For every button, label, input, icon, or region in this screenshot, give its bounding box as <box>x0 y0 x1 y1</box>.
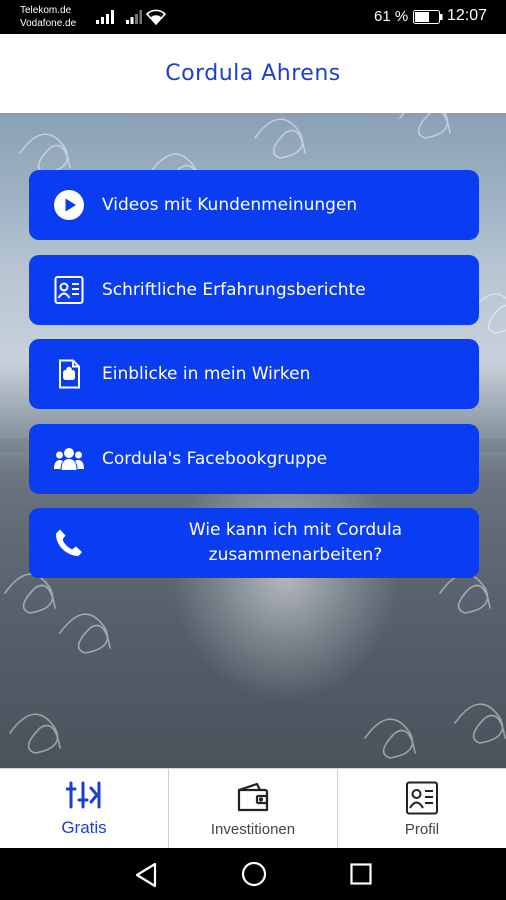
menu-item-label: Einblicke in mein Wirken <box>102 364 311 384</box>
profile-card-icon <box>402 781 442 815</box>
menu-item-videos[interactable]: Videos mit Kundenmeinungen <box>29 170 479 240</box>
back-icon[interactable] <box>134 862 158 888</box>
tab-label: Investitionen <box>210 821 296 838</box>
menu-item-label: Videos mit Kundenmeinungen <box>102 195 358 215</box>
signal-icon <box>126 10 142 24</box>
menu-item-label: Wie kann ich mit Cordula zusammenarbeite… <box>188 520 403 565</box>
recents-icon[interactable] <box>350 863 372 885</box>
carrier-2-label: Vodafone.de <box>20 18 77 29</box>
wifi-icon <box>146 9 166 25</box>
users-icon <box>53 443 85 475</box>
menu-item-facebook-group[interactable]: Cordula's Facebookgruppe <box>29 424 479 494</box>
battery-icon <box>413 10 443 24</box>
tab-label: Gratis <box>61 818 107 837</box>
menu-item-insights[interactable]: Einblicke in mein Wirken <box>29 339 479 409</box>
tab-gratis[interactable]: Gratis <box>0 769 168 848</box>
tab-profil[interactable]: Profil <box>337 769 506 848</box>
sliders-icon <box>64 778 104 812</box>
menu-item-label: Cordula's Facebookgruppe <box>102 449 328 469</box>
carrier-info: Telekom.de Vodafone.de <box>20 4 76 30</box>
page-title: Cordula Ahrens <box>165 61 341 86</box>
phone-icon <box>53 527 85 559</box>
id-card-icon <box>53 274 85 306</box>
tab-label: Profil <box>404 821 440 838</box>
menu-item-collaboration[interactable]: Wie kann ich mit Cordula zusammenarbeite… <box>29 508 479 578</box>
bottom-tab-bar: Gratis Investitionen Profil <box>0 768 506 848</box>
app-header: Cordula Ahrens <box>0 34 506 113</box>
signal-icon <box>96 10 114 24</box>
home-icon[interactable] <box>241 861 267 887</box>
tab-investitionen[interactable]: Investitionen <box>168 769 337 848</box>
wallet-icon <box>233 781 273 815</box>
system-nav-bar <box>0 848 506 900</box>
battery-percent: 61 % <box>374 8 409 25</box>
menu-item-testimonials[interactable]: Schriftliche Erfahrungsberichte <box>29 255 479 325</box>
status-bar: Telekom.de Vodafone.de 61 % 12:07 <box>0 0 506 34</box>
status-clock: 12:07 <box>447 7 488 24</box>
menu-item-label: Schriftliche Erfahrungsberichte <box>102 280 366 300</box>
play-icon <box>53 189 85 221</box>
carrier-1-label: Telekom.de <box>20 5 72 16</box>
document-icon <box>53 358 85 390</box>
